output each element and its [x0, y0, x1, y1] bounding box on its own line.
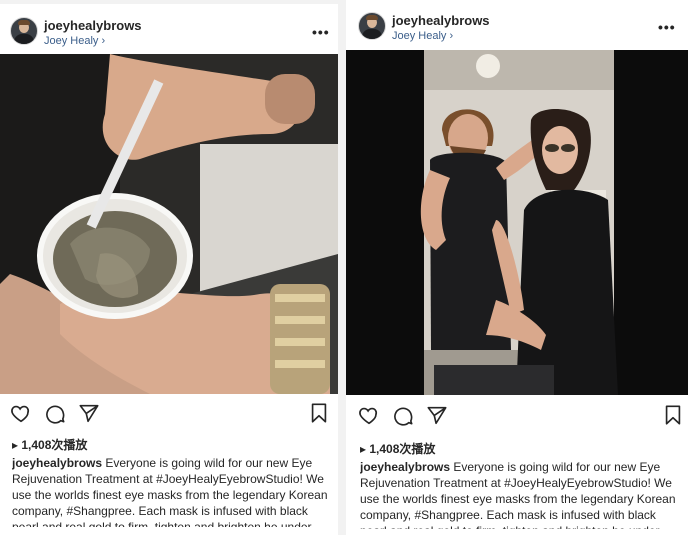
post-video[interactable]: [0, 54, 338, 394]
heart-icon[interactable]: [358, 404, 380, 426]
caption-username[interactable]: joeyhealybrows: [360, 460, 450, 474]
action-bar: [358, 404, 681, 430]
avatar[interactable]: [358, 12, 386, 40]
more-icon[interactable]: •••: [312, 24, 330, 40]
bookmark-icon[interactable]: [308, 402, 330, 424]
more-icon[interactable]: •••: [658, 19, 676, 35]
bookmark-icon[interactable]: [662, 404, 684, 426]
location-label[interactable]: Joey Healy ›: [44, 35, 105, 47]
username[interactable]: joeyhealybrows: [392, 13, 490, 28]
post-caption: joeyhealybrows Everyone is going wild fo…: [360, 459, 682, 529]
instagram-post-right: joeyhealybrows Joey Healy › ••• ▸ 1,408次…: [346, 0, 688, 535]
heart-icon[interactable]: [10, 402, 32, 424]
comment-icon[interactable]: [44, 402, 66, 424]
action-bar: [10, 402, 330, 428]
location-label[interactable]: Joey Healy ›: [392, 30, 453, 42]
share-icon[interactable]: [426, 404, 448, 426]
username[interactable]: joeyhealybrows: [44, 18, 142, 33]
video-frame: [0, 54, 338, 394]
view-count[interactable]: ▸ 1,408次播放: [12, 436, 87, 453]
instagram-post-left: joeyhealybrows Joey Healy › ••• ▸ 1,408次…: [0, 4, 338, 535]
post-header: joeyhealybrows Joey Healy › •••: [0, 4, 338, 54]
post-video[interactable]: [346, 50, 688, 395]
caption-username[interactable]: joeyhealybrows: [12, 456, 102, 470]
share-icon[interactable]: [78, 402, 100, 424]
comment-icon[interactable]: [392, 404, 414, 426]
video-frame: [346, 50, 688, 395]
post-caption: joeyhealybrows Everyone is going wild fo…: [12, 455, 330, 527]
avatar[interactable]: [10, 17, 38, 45]
view-count[interactable]: ▸ 1,408次播放: [360, 440, 435, 457]
post-header: joeyhealybrows Joey Healy › •••: [346, 0, 688, 50]
